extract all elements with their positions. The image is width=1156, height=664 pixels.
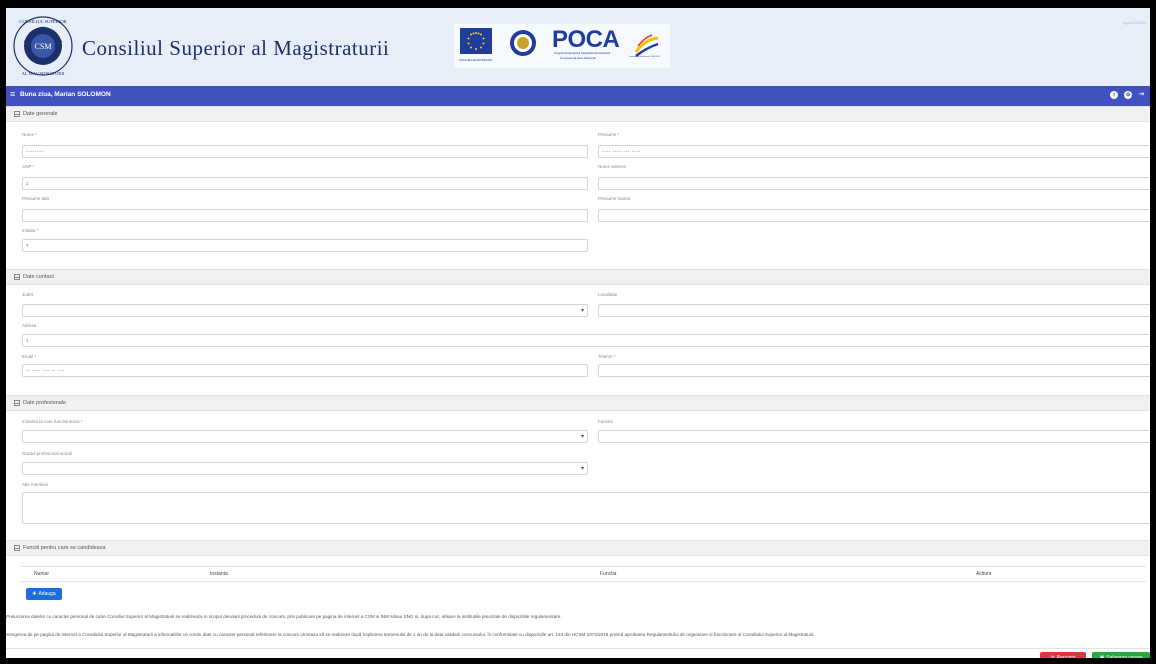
prenume-field[interactable]: •••• •••• ••• •••• — [598, 145, 1150, 158]
prenume-tata-field[interactable] — [22, 209, 588, 222]
section-date-contact[interactable]: Date contact — [6, 269, 1150, 285]
section-date-profesionale[interactable]: Date profesionale — [6, 395, 1150, 411]
adresa-label: Adresa — [22, 323, 37, 328]
section-title: Date contact — [23, 274, 54, 280]
telefon-field[interactable] — [598, 364, 1150, 377]
section-title: Date generale — [23, 111, 58, 117]
settings-icon[interactable]: ⚙ — [1124, 91, 1133, 99]
org-title: Consiliul Superior al Magistraturii — [82, 36, 390, 60]
cancel-icon: ⊘ — [1050, 655, 1055, 661]
cnp-field[interactable]: 1 — [22, 177, 588, 190]
nume-field[interactable]: •••••••• — [22, 145, 588, 158]
section-date-generale[interactable]: Date generale — [6, 106, 1150, 122]
section-functii-candidare[interactable]: Functii pentru care se candideaza — [6, 540, 1150, 556]
save-request-button[interactable]: ▣ Salveaza cerere — [1092, 652, 1150, 661]
site-header: CSM CONSILIUL SUPERIOR AL MAGISTRATURII … — [6, 8, 1150, 86]
grad-profesional-select[interactable] — [22, 462, 588, 475]
prenume-mama-label: Prenume mama — [598, 196, 631, 201]
poca-subtitle: Programul Operațional Capacitate Adminis… — [554, 52, 611, 55]
csm-seal-logo: CSM CONSILIUL SUPERIOR AL MAGISTRATURII — [13, 16, 73, 76]
instanta-label: Instanta la care functioneaza * — [22, 419, 83, 424]
partner-logos: UNIUNEA EUROPEANĂ POCA Programul Operați… — [454, 24, 670, 68]
logout-icon[interactable]: ⇥ — [1138, 91, 1144, 99]
cancel-label: Renunta — [1056, 655, 1076, 661]
collapse-icon[interactable] — [14, 400, 20, 406]
add-position-button[interactable]: ✚ Adauga — [26, 588, 62, 600]
romania-government-seal-icon — [510, 30, 536, 56]
nume-label: Nume * — [22, 132, 38, 137]
judet-select[interactable] — [22, 304, 588, 317]
instanta-select[interactable] — [22, 430, 588, 443]
plus-icon: ✚ — [32, 591, 37, 597]
positions-table-header: Numar Instanta Functia Actiuni — [20, 566, 1146, 582]
cancel-button[interactable]: ⊘ Renunta — [1040, 652, 1086, 661]
grad-profesional-label: Gradul profesional actual — [22, 451, 73, 456]
functia-select[interactable] — [598, 430, 1150, 443]
instrumente-structurale-logo — [634, 34, 659, 57]
form-footer: ⊘ Renunta ▣ Salveaza cerere — [6, 648, 1150, 661]
cnp-label: CNP * — [22, 164, 35, 169]
column-header-instanta: Instanta — [210, 571, 228, 577]
app-window: CSM CONSILIUL SUPERIOR AL MAGISTRATURII … — [0, 0, 1156, 664]
email-label: Email * — [22, 354, 37, 359]
telefon-label: Telefon * — [598, 354, 616, 359]
initiala-field[interactable]: T — [22, 239, 588, 252]
version-label: ngmd 2024/1 — [1122, 20, 1146, 25]
prenume-mama-field[interactable] — [598, 209, 1150, 222]
poca-tagline: Competența face diferența! — [560, 56, 597, 60]
svg-text:CSM: CSM — [35, 42, 52, 51]
save-label: Salveaza cerere — [1106, 655, 1143, 661]
add-button-label: Adauga — [38, 591, 56, 597]
localitate-select[interactable] — [598, 304, 1150, 317]
adresa-field[interactable]: 1 — [22, 334, 1150, 347]
collapse-icon[interactable] — [14, 274, 20, 280]
section-title: Functii pentru care se candideaza — [23, 545, 106, 551]
nume-anterior-label: Nume anterior — [598, 164, 627, 169]
initiala-label: Initiala * — [22, 228, 39, 233]
poca-title: POCA — [552, 26, 620, 53]
svg-text:AL MAGISTRATURII: AL MAGISTRATURII — [22, 71, 65, 76]
localitate-label: Localitate — [598, 292, 618, 297]
eu-flag-icon — [460, 28, 492, 54]
column-header-numar: Numar — [34, 571, 50, 577]
alte-mentiuni-label: Alte mentiuni — [22, 482, 49, 487]
data-deletion-note: Stergerea de pe pagina de internet a Con… — [6, 632, 815, 637]
poca-logo: POCA Programul Operațional Capacitate Ad… — [550, 28, 624, 62]
info-icon[interactable]: i — [1110, 91, 1119, 99]
svg-text:CONSILIUL SUPERIOR: CONSILIUL SUPERIOR — [19, 19, 67, 24]
prenume-label: Prenume * — [598, 132, 620, 137]
data-processing-note: Prelucrarea datelor cu caracter personal… — [6, 614, 562, 619]
judet-label: Judet — [22, 292, 34, 297]
column-header-functia: Functia — [600, 571, 617, 577]
eu-caption: UNIUNEA EUROPEANĂ — [459, 58, 493, 62]
navbar-actions: i ⚙ ⇥ — [1110, 91, 1144, 99]
nume-anterior-field[interactable] — [598, 177, 1150, 190]
hamburger-menu-icon[interactable]: ≡ — [10, 90, 15, 99]
email-field[interactable]: •• •••• ••• •• ••• — [22, 364, 588, 377]
functia-label: Functia — [598, 419, 613, 424]
collapse-icon[interactable] — [14, 111, 20, 117]
prenume-tata-label: Prenume tata — [22, 196, 50, 201]
column-header-actiuni: Actiuni — [976, 571, 992, 577]
alte-mentiuni-textarea[interactable] — [22, 492, 1150, 524]
user-greeting: Buna ziua, Marian SOLOMON — [20, 91, 111, 98]
top-navbar: ≡ Buna ziua, Marian SOLOMON i ⚙ ⇥ — [6, 86, 1150, 106]
ic-caption: Instrumente Structurale 2014-2020 — [629, 56, 660, 58]
collapse-icon[interactable] — [14, 545, 20, 551]
save-icon: ▣ — [1099, 655, 1105, 661]
section-title: Date profesionale — [23, 400, 67, 406]
